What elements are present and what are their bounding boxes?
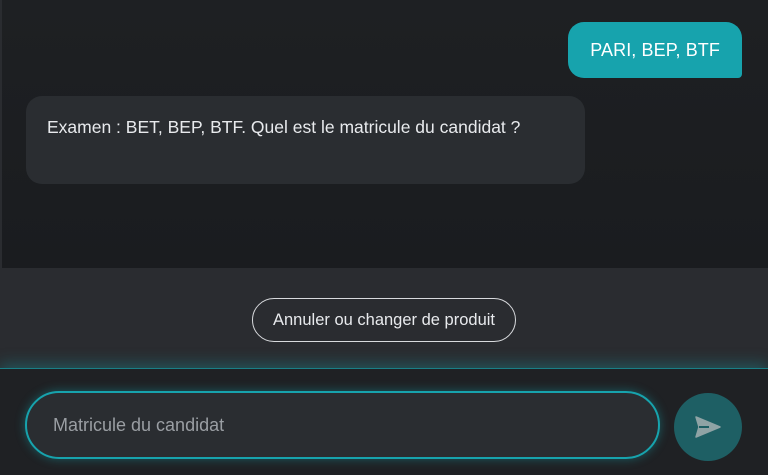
send-icon: [695, 416, 721, 438]
bot-message-text: Examen : BET, BEP, BTF. Quel est le matr…: [47, 117, 521, 137]
user-message-bubble: PARI, BEP, BTF: [568, 22, 742, 78]
user-message-text: PARI, BEP, BTF: [590, 39, 720, 60]
message-list: PARI, BEP, BTF Examen : BET, BEP, BTF. Q…: [0, 0, 768, 268]
composer: [0, 368, 768, 475]
bot-message-bubble: Examen : BET, BEP, BTF. Quel est le matr…: [26, 96, 585, 184]
input-wrapper: [25, 391, 660, 459]
cancel-or-change-product-button[interactable]: Annuler ou changer de produit: [252, 298, 516, 342]
matricule-input[interactable]: [27, 393, 658, 457]
quick-actions: Annuler ou changer de produit: [0, 268, 768, 368]
send-button[interactable]: [674, 393, 742, 461]
chat-window: PARI, BEP, BTF Examen : BET, BEP, BTF. Q…: [0, 0, 768, 475]
